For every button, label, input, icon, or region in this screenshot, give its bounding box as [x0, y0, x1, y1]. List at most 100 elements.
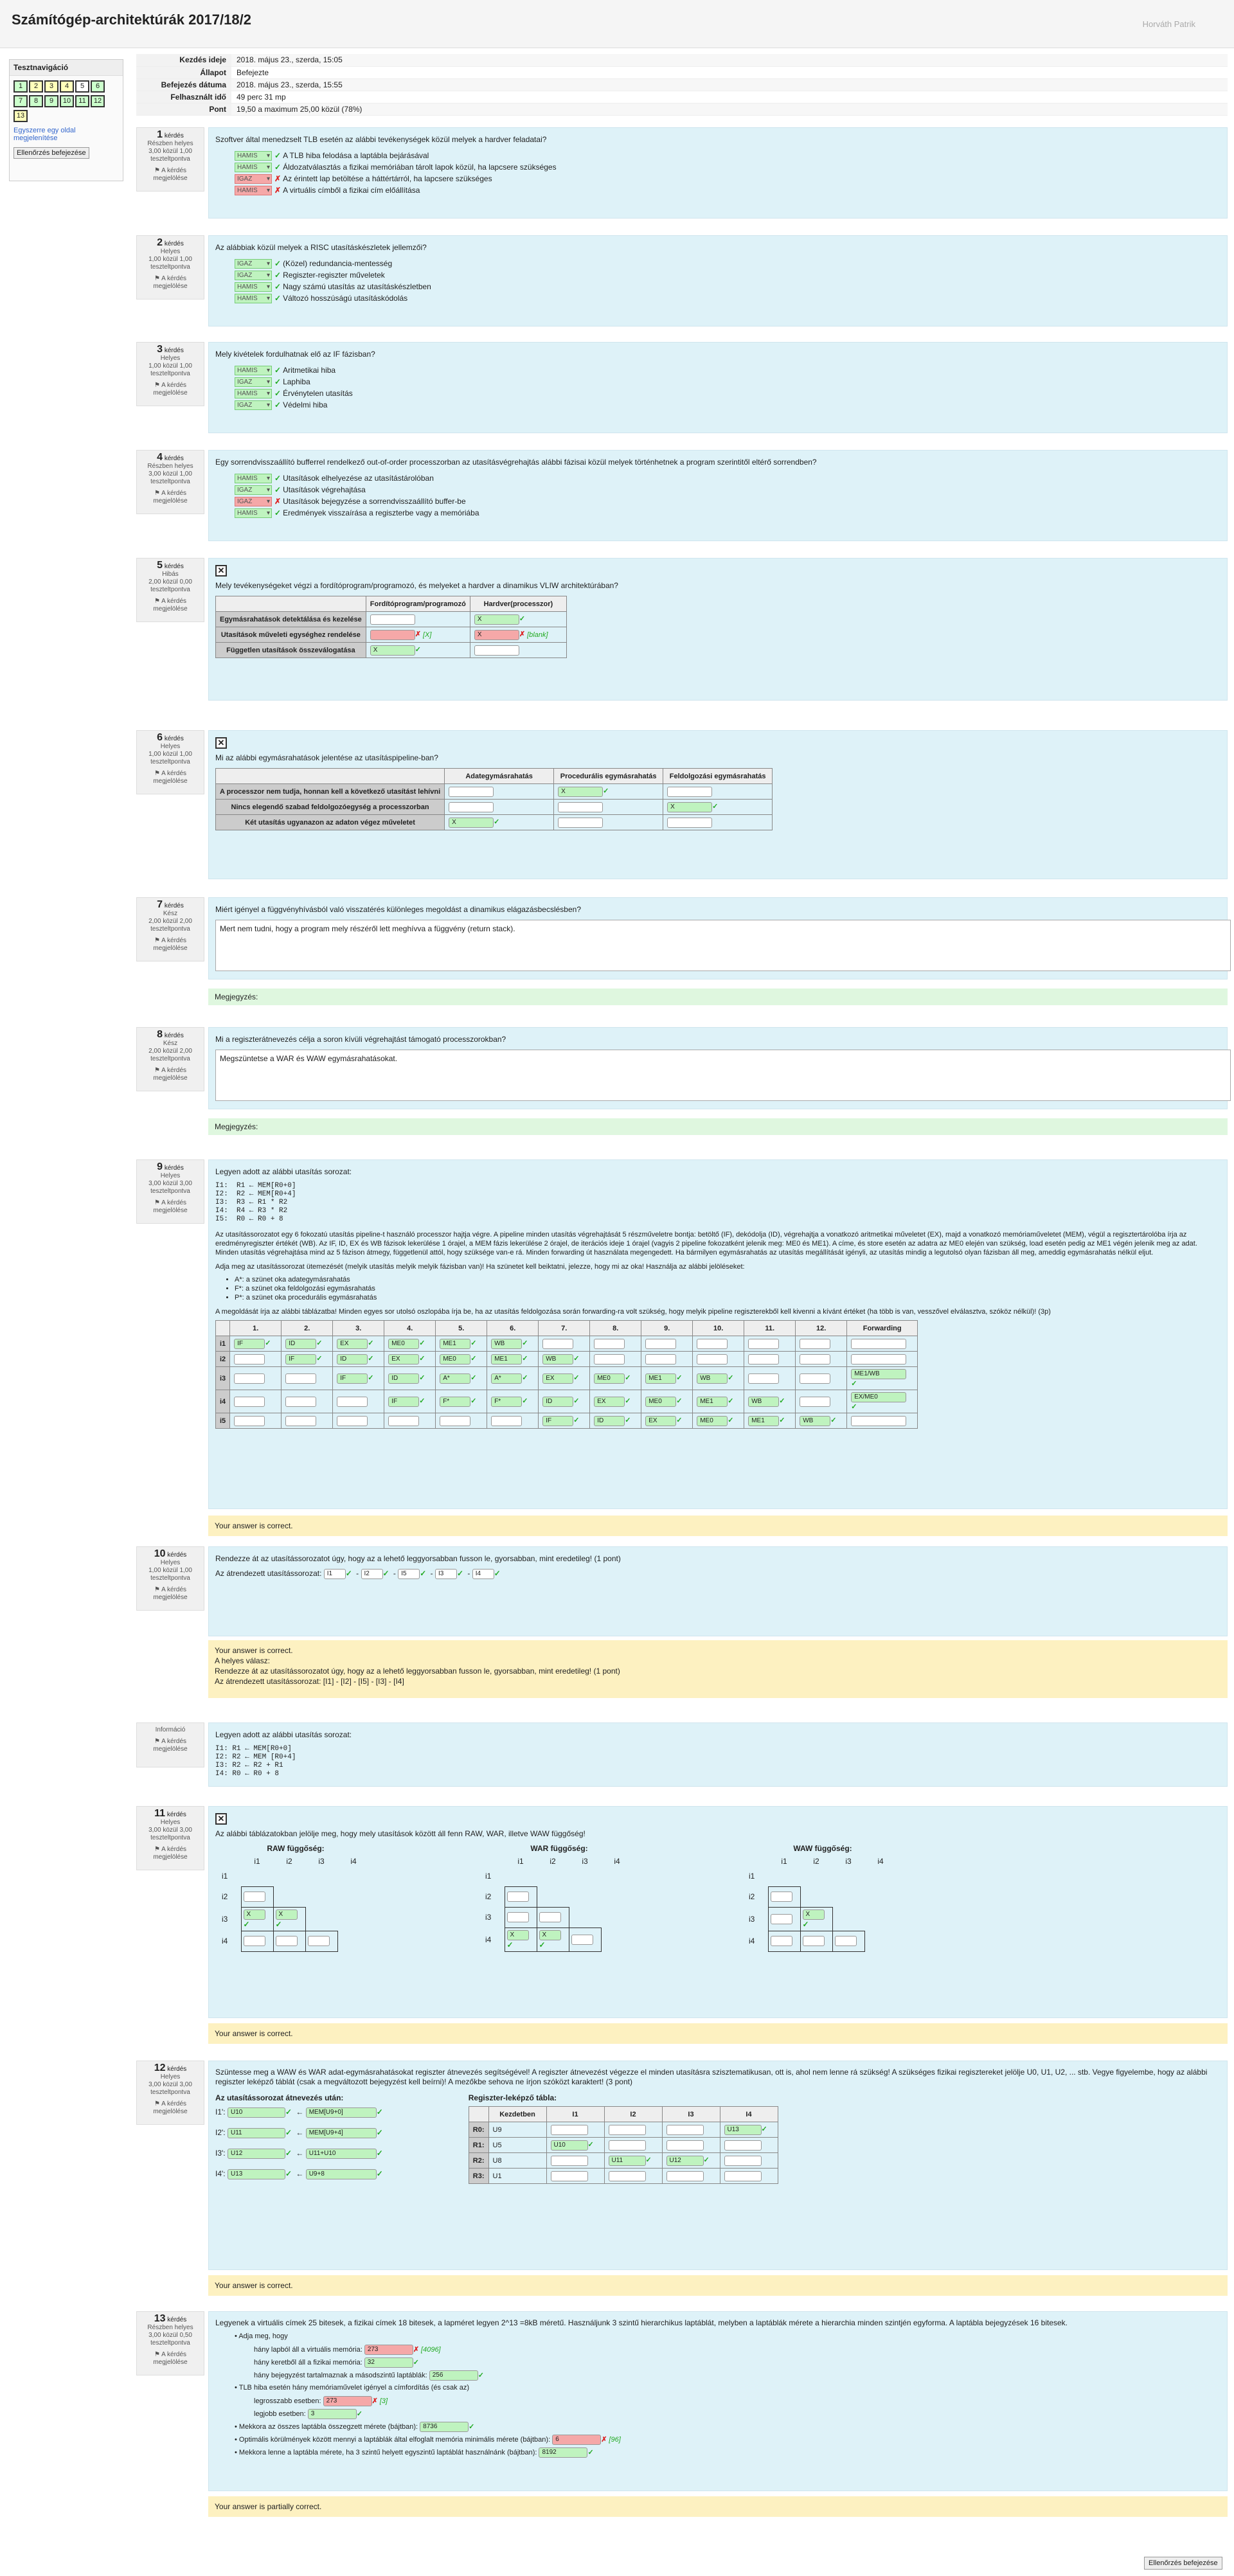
- pipeline-input[interactable]: [697, 1338, 728, 1349]
- flag-question-link[interactable]: ⚑ A kérdés megjelölése: [140, 275, 201, 291]
- dependency-input[interactable]: [275, 1936, 298, 1946]
- pipeline-input[interactable]: A*: [440, 1373, 471, 1384]
- pipeline-input[interactable]: EX: [337, 1338, 368, 1349]
- numeric-input[interactable]: 256: [429, 2370, 478, 2381]
- pipeline-input[interactable]: ME1: [645, 1373, 677, 1384]
- pipeline-input[interactable]: [285, 1415, 317, 1426]
- pipeline-input[interactable]: [851, 1415, 907, 1426]
- matching-input[interactable]: [370, 614, 415, 625]
- pipeline-input[interactable]: [697, 1354, 728, 1364]
- register-input[interactable]: [666, 2124, 704, 2135]
- dependency-input[interactable]: [770, 1892, 792, 1902]
- register-input[interactable]: [608, 2170, 646, 2181]
- matching-input[interactable]: X: [370, 645, 415, 656]
- pipeline-input[interactable]: [851, 1338, 907, 1349]
- pipeline-input[interactable]: ME0: [645, 1396, 677, 1407]
- flag-question-link[interactable]: ⚑ A kérdés megjelölése: [140, 937, 201, 953]
- register-input[interactable]: U13: [724, 2124, 762, 2135]
- pipeline-input[interactable]: WB: [542, 1354, 574, 1364]
- register-input[interactable]: [608, 2140, 646, 2151]
- flag-question-link[interactable]: ⚑ A kérdés megjelölése: [140, 1199, 201, 1215]
- pipeline-input[interactable]: [388, 1415, 420, 1426]
- pipeline-input[interactable]: WB: [697, 1373, 728, 1384]
- dependency-input[interactable]: X: [275, 1909, 298, 1920]
- user-name[interactable]: Horváth Patrik: [1143, 19, 1195, 29]
- reorder-select[interactable]: I3: [434, 1569, 457, 1579]
- pipeline-input[interactable]: WB: [800, 1415, 831, 1426]
- pipeline-input[interactable]: ID: [542, 1396, 574, 1407]
- matching-input[interactable]: X: [474, 629, 519, 640]
- dependency-input[interactable]: [243, 1936, 265, 1946]
- pipeline-input[interactable]: F*: [440, 1396, 471, 1407]
- matching-input[interactable]: [449, 801, 494, 812]
- true-false-select[interactable]: HAMIS: [235, 163, 272, 173]
- true-false-select[interactable]: HAMIS: [235, 508, 272, 519]
- pipeline-input[interactable]: ME1: [697, 1396, 728, 1407]
- matching-input[interactable]: X: [667, 801, 713, 812]
- true-false-select[interactable]: IGAZ: [235, 271, 272, 281]
- register-input[interactable]: [724, 2155, 762, 2166]
- flag-question-link[interactable]: ⚑ A kérdés megjelölése: [140, 2100, 201, 2116]
- true-false-select[interactable]: HAMIS: [235, 474, 272, 484]
- nav-question-13[interactable]: 13: [13, 110, 28, 122]
- nav-question-11[interactable]: 11: [75, 95, 89, 107]
- pipeline-input[interactable]: [234, 1415, 265, 1426]
- true-false-select[interactable]: IGAZ: [235, 377, 272, 388]
- flag-question-link[interactable]: ⚑ A kérdés megjelölése: [140, 1586, 201, 1602]
- source-expression-input[interactable]: U9+8: [305, 2169, 377, 2179]
- flag-question-link[interactable]: ⚑ A kérdés megjelölése: [140, 1067, 201, 1082]
- matching-input[interactable]: [370, 629, 415, 640]
- essay-answer[interactable]: Megszüntetse a WAR és WAW egymásrahatáso…: [215, 1050, 1231, 1101]
- matching-input[interactable]: X: [558, 786, 604, 797]
- true-false-select[interactable]: IGAZ: [235, 497, 272, 507]
- register-input[interactable]: [550, 2124, 588, 2135]
- pipeline-input[interactable]: [645, 1354, 677, 1364]
- dependency-input[interactable]: [770, 1936, 792, 1946]
- pipeline-input[interactable]: WB: [748, 1396, 780, 1407]
- register-input[interactable]: [550, 2170, 588, 2181]
- matching-input[interactable]: [558, 801, 604, 812]
- source-expression-input[interactable]: U11+U10: [305, 2149, 377, 2159]
- pipeline-input[interactable]: ID: [594, 1415, 625, 1426]
- matching-input[interactable]: X: [449, 817, 494, 828]
- pipeline-input[interactable]: ME0: [440, 1354, 471, 1364]
- flag-question-link[interactable]: ⚑ A kérdés megjelölése: [140, 598, 201, 613]
- register-input[interactable]: [724, 2170, 762, 2181]
- source-expression-input[interactable]: MEM[U9+0]: [305, 2107, 377, 2118]
- matching-input[interactable]: [667, 817, 713, 828]
- dependency-input[interactable]: [506, 1912, 529, 1922]
- show-one-page-link[interactable]: Egyszerre egy oldal megjelenítése: [10, 124, 123, 145]
- pipeline-input[interactable]: [645, 1338, 677, 1349]
- pipeline-input[interactable]: ID: [285, 1338, 317, 1349]
- dependency-input[interactable]: [770, 1913, 792, 1924]
- true-false-select[interactable]: HAMIS: [235, 282, 272, 292]
- true-false-select[interactable]: HAMIS: [235, 389, 272, 399]
- pipeline-input[interactable]: [234, 1354, 265, 1364]
- flag-question-link[interactable]: ⚑ A kérdés megjelölése: [140, 1738, 201, 1753]
- numeric-input[interactable]: 3: [307, 2409, 357, 2419]
- register-input[interactable]: [550, 2155, 588, 2166]
- dependency-input[interactable]: X: [802, 1909, 825, 1920]
- matching-input[interactable]: [474, 645, 519, 656]
- pipeline-input[interactable]: [800, 1354, 831, 1364]
- pipeline-input[interactable]: ME1/WB: [851, 1369, 907, 1379]
- numeric-input[interactable]: 32: [364, 2357, 413, 2368]
- pipeline-input[interactable]: [285, 1396, 317, 1407]
- dependency-input[interactable]: [506, 1892, 529, 1902]
- pipeline-input[interactable]: [337, 1396, 368, 1407]
- dest-register-input[interactable]: U10: [227, 2107, 285, 2118]
- dependency-input[interactable]: [243, 1892, 265, 1902]
- pipeline-input[interactable]: F*: [491, 1396, 523, 1407]
- pipeline-input[interactable]: A*: [491, 1373, 523, 1384]
- dependency-input[interactable]: X: [539, 1929, 561, 1940]
- pipeline-input[interactable]: EX: [388, 1354, 420, 1364]
- pipeline-input[interactable]: ID: [337, 1354, 368, 1364]
- pipeline-input[interactable]: [800, 1373, 831, 1384]
- pipeline-input[interactable]: [800, 1396, 831, 1407]
- pipeline-input[interactable]: [800, 1338, 831, 1349]
- dependency-input[interactable]: [834, 1936, 857, 1946]
- matching-input[interactable]: X: [474, 614, 519, 625]
- pipeline-input[interactable]: [491, 1415, 523, 1426]
- essay-answer[interactable]: Mert nem tudni, hogy a program mely rész…: [215, 920, 1231, 971]
- dest-register-input[interactable]: U11: [227, 2128, 285, 2138]
